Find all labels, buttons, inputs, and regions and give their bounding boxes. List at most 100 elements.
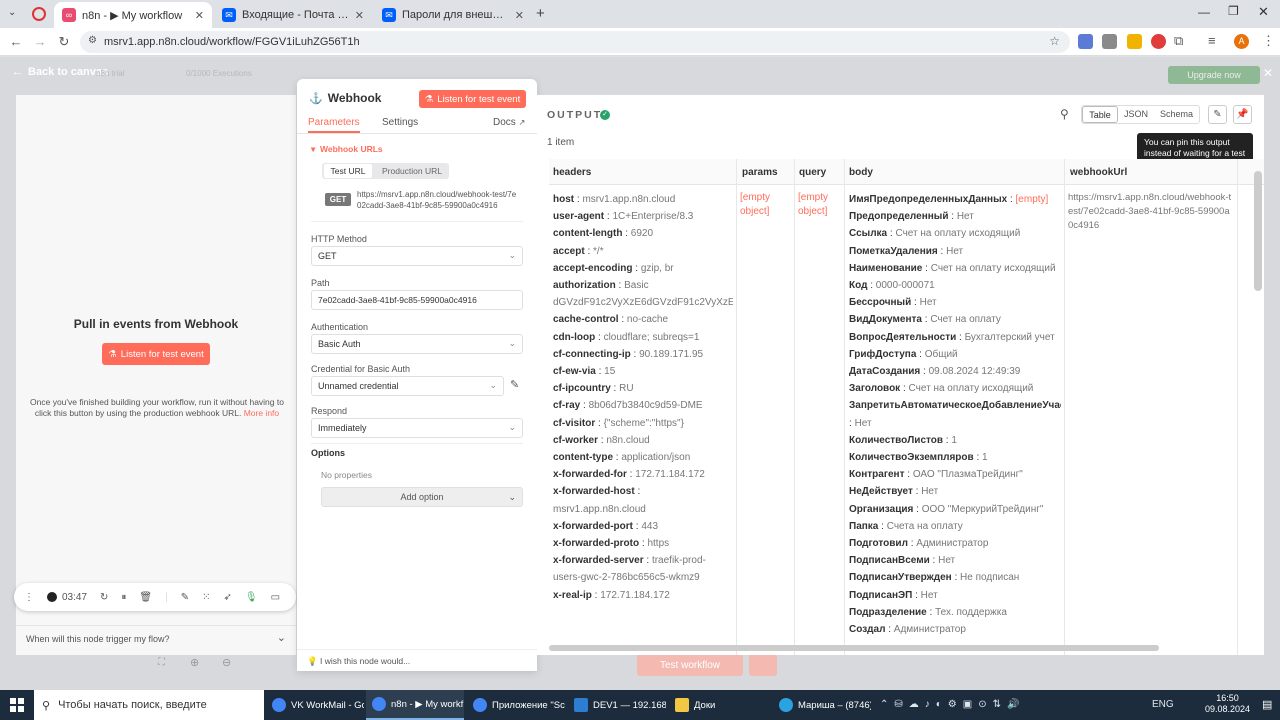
header-row: cache-control : no-cache xyxy=(553,314,669,326)
test-url-tab[interactable]: Test URL xyxy=(324,164,372,178)
zoom-fit-icon[interactable]: ⛶ xyxy=(158,657,165,668)
close-tab-icon[interactable]: ✕ xyxy=(195,9,204,22)
respond-select[interactable]: Immediately ⌄ xyxy=(311,418,523,438)
body-row: Создал : Администратор xyxy=(849,624,966,636)
key: Подразделение xyxy=(849,606,927,618)
recording-indicator-icon[interactable] xyxy=(32,7,46,21)
tab-passwords[interactable]: ✉ Пароли для внешних прилож... ✕ xyxy=(374,2,532,28)
pin-icon[interactable]: 📌 xyxy=(1233,105,1252,124)
bookmark-star-icon[interactable]: ☆ xyxy=(1049,34,1060,48)
add-option-select[interactable]: Add option ⌄ xyxy=(321,487,523,507)
key: user-agent xyxy=(553,211,605,223)
production-url-tab[interactable]: Production URL xyxy=(378,164,446,178)
vertical-scrollbar[interactable] xyxy=(1254,171,1262,291)
trigger-question[interactable]: When will this node trigger my flow? ⌄ xyxy=(16,625,296,655)
value: ООО "МеркурийТрейдинг" xyxy=(921,503,1044,515)
body-row: Бессрочный : Нет xyxy=(849,297,937,309)
system-tray-icons[interactable]: ⌃⛁☁♪◐⚙▣⊙⇅🔊 xyxy=(880,699,1025,710)
browser-menu-icon[interactable]: ⋮ xyxy=(1262,33,1275,49)
zoom-out-icon[interactable]: ⊖ xyxy=(222,656,231,669)
docs-link[interactable]: Docs ↗ xyxy=(493,117,525,128)
body-row: Организация : ООО "МеркурийТрейдинг" xyxy=(849,503,1044,515)
new-tab-icon[interactable]: + xyxy=(536,5,545,22)
taskbar-clock[interactable]: 16:50 09.08.2024 xyxy=(1205,693,1250,715)
taskbar-telegram[interactable]: Мариша – (8746) xyxy=(773,690,871,720)
body-row: ВидДокумента : Счет на оплату xyxy=(849,314,1001,326)
feedback-bar[interactable]: 💡 I wish this node would... xyxy=(297,649,537,671)
camera-icon[interactable]: ▭ xyxy=(271,592,280,603)
webhook-test-url[interactable]: https://msrv1.app.n8n.cloud/webhook-test… xyxy=(357,189,519,211)
forward-icon[interactable]: → xyxy=(32,34,48,50)
more-info-link[interactable]: More info xyxy=(244,408,279,418)
back-to-canvas-button[interactable]: ← Back to canvas xyxy=(12,66,108,78)
value: 0000-000071 xyxy=(875,280,935,292)
profile-avatar[interactable]: A xyxy=(1234,34,1249,49)
taskbar-chrome-vk[interactable]: VK WorkMail - Go... xyxy=(266,690,364,720)
screen-recorder-widget: ⋮ 03:47 ↻ ⏸ 🗑 | ✎ ⁙ ➶ 🎙 ▭ xyxy=(14,583,296,611)
taskbar-chrome-app[interactable]: Приложение "Sc... xyxy=(467,690,565,720)
view-schema-tab[interactable]: Schema xyxy=(1154,106,1199,123)
address-bar[interactable]: ⚙ msrv1.app.n8n.cloud/workflow/FGGV1iLuh… xyxy=(80,31,1070,53)
clock-date: 09.08.2024 xyxy=(1205,704,1251,714)
extension-icon[interactable] xyxy=(1078,34,1093,49)
http-method-select[interactable]: GET ⌄ xyxy=(311,246,523,266)
upgrade-button[interactable]: Upgrade now xyxy=(1168,66,1260,84)
node-listen-button[interactable]: ⚗ Listen for test event xyxy=(419,90,526,108)
credential-select[interactable]: Unnamed credential ⌄ xyxy=(311,376,504,396)
tab-settings[interactable]: Settings xyxy=(382,117,418,128)
telegram-icon xyxy=(779,698,793,712)
windows-start-icon[interactable] xyxy=(10,698,24,712)
trash-icon[interactable]: 🗑 xyxy=(139,592,152,603)
horizontal-scrollbar[interactable] xyxy=(549,645,1159,651)
restart-icon[interactable]: ↻ xyxy=(100,592,108,603)
grid-icon[interactable]: ⁙ xyxy=(202,592,210,603)
site-info-icon[interactable]: ⚙ xyxy=(88,35,97,46)
taskbar-docs[interactable]: Доки xyxy=(669,690,767,720)
taskbar-chrome-n8n[interactable]: n8n - ▶ My workf... xyxy=(366,690,464,720)
pen-icon[interactable]: ✎ xyxy=(181,592,189,603)
edit-output-icon[interactable]: ✎ xyxy=(1208,105,1227,124)
cursor-icon[interactable]: ➶ xyxy=(224,592,232,603)
body-row: ЗапретитьАвтоматическоеДобавлениеУчастни… xyxy=(849,397,1061,431)
extension-icon[interactable] xyxy=(1127,34,1142,49)
webhook-urls-toggle[interactable]: ▾ Webhook URLs xyxy=(311,144,383,155)
search-icon[interactable]: ⚲ xyxy=(1060,107,1069,121)
taskbar-rdp[interactable]: DEV1 — 192.168.2... xyxy=(568,690,666,720)
maximize-icon[interactable]: ❐ xyxy=(1228,4,1239,18)
drag-handle-icon[interactable]: ⋮ xyxy=(24,592,34,603)
minimize-icon[interactable]: — xyxy=(1198,5,1210,19)
extensions-puzzle-icon[interactable]: ⧉ xyxy=(1174,33,1183,49)
path-input[interactable]: 7e02cadd-3ae8-41bf-9c85-59900a0c4916 xyxy=(311,290,523,310)
close-ndv-icon[interactable]: ✕ xyxy=(1263,66,1273,80)
node-title-text[interactable]: Webhook xyxy=(328,91,382,105)
media-icon[interactable]: ≡ xyxy=(1208,33,1216,48)
language-indicator[interactable]: ENG xyxy=(1152,699,1174,710)
notifications-icon[interactable]: ▤ xyxy=(1262,698,1272,711)
taskbar-search[interactable]: ⚲ Чтобы начать поиск, введите xyxy=(34,690,264,720)
close-window-icon[interactable]: ✕ xyxy=(1258,4,1269,20)
extension-icon[interactable] xyxy=(1151,34,1166,49)
authentication-select[interactable]: Basic Auth ⌄ xyxy=(311,334,523,354)
reload-icon[interactable]: ↻ xyxy=(56,34,72,50)
table-header: headers params query body webhookUrl xyxy=(549,159,1264,185)
view-json-tab[interactable]: JSON xyxy=(1118,106,1154,123)
pause-icon[interactable]: ⏸ xyxy=(121,592,126,603)
microphone-icon[interactable]: 🎙 xyxy=(245,592,258,603)
zoom-in-icon[interactable]: ⊕ xyxy=(190,656,199,669)
view-table-tab[interactable]: Table xyxy=(1082,106,1118,123)
close-tab-icon[interactable]: ✕ xyxy=(515,9,524,22)
tab-n8n[interactable]: ∞ n8n - ▶ My workflow ✕ xyxy=(54,2,212,28)
tab-list-chevron-icon[interactable]: ⌄ xyxy=(8,7,16,18)
value: [empty] xyxy=(1015,194,1049,205)
close-tab-icon[interactable]: ✕ xyxy=(355,9,364,22)
back-icon[interactable]: ← xyxy=(8,34,24,50)
tab-mail[interactable]: ✉ Входящие - Почта Mail.ru ✕ xyxy=(214,2,372,28)
extension-icon[interactable] xyxy=(1102,34,1117,49)
listen-test-event-button[interactable]: ⚗ Listen for test event xyxy=(102,343,210,365)
test-workflow-button[interactable]: Test workflow xyxy=(637,654,743,676)
chrome-icon xyxy=(272,698,286,712)
key: ГрифДоступа xyxy=(849,348,917,360)
tab-parameters[interactable]: Parameters xyxy=(308,117,360,133)
edit-credential-icon[interactable]: ✎ xyxy=(510,378,519,391)
delete-canvas-button[interactable] xyxy=(749,654,777,676)
